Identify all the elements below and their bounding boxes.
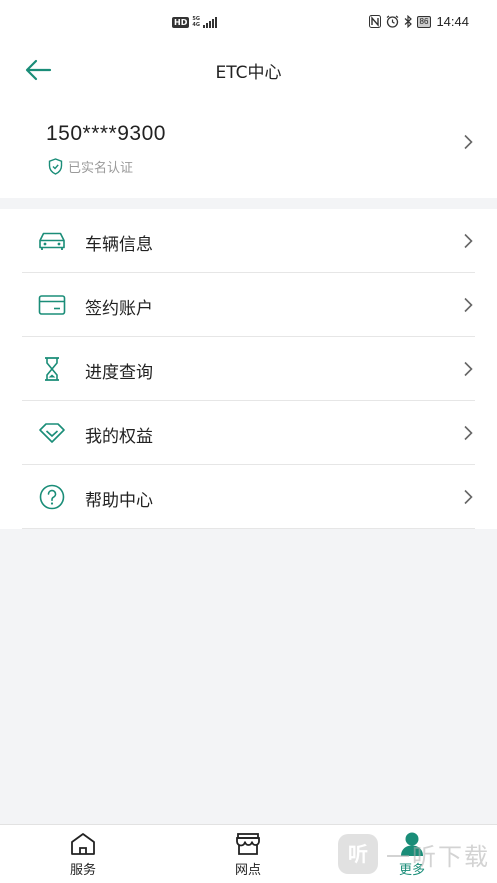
account-card[interactable]: 150****9300 已实名认证 <box>0 92 497 198</box>
card-icon <box>38 295 66 315</box>
menu-item-my-benefits[interactable]: 我的权益 <box>22 401 475 465</box>
battery-icon: 86 <box>416 15 432 28</box>
chevron-right-icon <box>464 233 473 249</box>
watermark-text: 一听下载 <box>386 842 490 871</box>
menu-list: 车辆信息 签约账户 进度查询 我的权益 帮助中心 <box>0 209 497 529</box>
status-right: 86 14:44 <box>368 14 469 29</box>
tab-service[interactable]: 服务 <box>43 831 123 878</box>
menu-item-label: 帮助中心 <box>85 491 153 511</box>
chevron-right-icon <box>464 489 473 505</box>
page-title: ETC中心 <box>215 63 282 83</box>
clock: 14:44 <box>436 14 469 29</box>
account-phone: 150****9300 <box>46 122 166 145</box>
menu-item-vehicle-info[interactable]: 车辆信息 <box>22 209 475 273</box>
verified-status: 已实名认证 <box>48 157 133 176</box>
tab-label: 服务 <box>69 863 96 878</box>
chevron-right-icon <box>464 134 473 150</box>
shield-check-icon <box>48 158 63 175</box>
menu-item-label: 进度查询 <box>85 363 153 383</box>
hourglass-icon <box>45 357 59 381</box>
nfc-icon <box>368 15 381 28</box>
chevron-right-icon <box>464 361 473 377</box>
tab-outlets[interactable]: 网点 <box>208 831 288 878</box>
chevron-right-icon <box>464 297 473 313</box>
menu-item-progress-query[interactable]: 进度查询 <box>22 337 475 401</box>
watermark: 听 一听下载 <box>338 834 490 874</box>
chevron-right-icon <box>464 425 473 441</box>
signal-icon <box>202 16 217 28</box>
menu-item-help-center[interactable]: 帮助中心 <box>22 465 475 529</box>
hd-badge: HD <box>172 16 190 28</box>
alarm-icon <box>386 15 398 28</box>
network-indicator: HD 5G 4G <box>172 16 217 28</box>
menu-item-signed-account[interactable]: 签约账户 <box>22 273 475 337</box>
bluetooth-icon <box>404 15 412 28</box>
menu-item-label: 车辆信息 <box>85 235 153 255</box>
menu-item-label: 签约账户 <box>85 299 153 319</box>
network-type: 5G 4G <box>192 16 200 28</box>
question-icon <box>39 484 65 510</box>
menu-item-label: 我的权益 <box>85 427 153 447</box>
app-header: ETC中心 <box>0 48 497 92</box>
store-icon <box>236 833 260 855</box>
home-icon <box>71 833 95 855</box>
car-icon <box>39 232 65 250</box>
diamond-icon <box>39 423 65 443</box>
watermark-logo: 听 <box>338 834 378 874</box>
verified-label: 已实名认证 <box>68 161 134 176</box>
status-bar: HD 5G 4G 86 14:44 <box>0 0 497 48</box>
tab-label: 网点 <box>234 863 261 878</box>
